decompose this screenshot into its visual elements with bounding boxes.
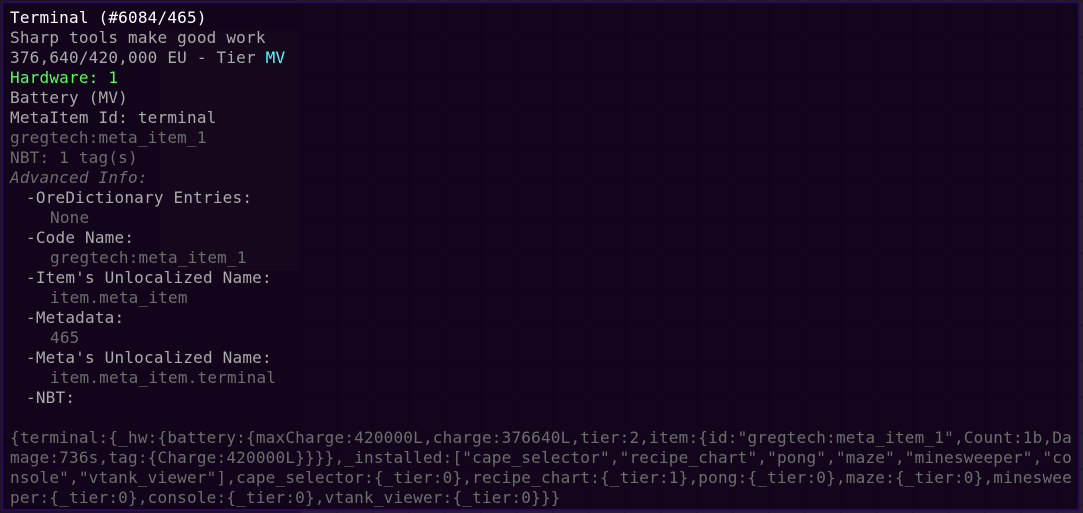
item-tooltip: Terminal (#6084/465) Sharp tools make go… xyxy=(1,1,1080,511)
item-description: Sharp tools make good work xyxy=(10,28,266,47)
meta-unlocalized-label: -Meta's Unlocalized Name: xyxy=(26,348,272,367)
metadata-label: -Metadata: xyxy=(26,308,125,327)
registry-name: gregtech:meta_item_1 xyxy=(10,128,207,147)
ore-dict-value: None xyxy=(50,208,90,227)
energy-tier: MV xyxy=(265,48,286,67)
battery-line: Battery (MV) xyxy=(10,88,128,107)
nbt-data: {terminal:{_hw:{battery:{maxCharge:42000… xyxy=(10,428,1072,507)
item-title: Terminal (#6084/465) xyxy=(10,8,207,27)
ore-dict-label: -OreDictionary Entries: xyxy=(26,188,253,207)
unlocalized-name-label: -Item's Unlocalized Name: xyxy=(26,268,272,287)
code-name-label: -Code Name: xyxy=(26,228,135,247)
energy-amount: 376,640/420,000 EU - Tier xyxy=(10,48,266,67)
nbt-label: -NBT: xyxy=(26,388,76,407)
meta-item-id: MetaItem Id: terminal xyxy=(10,108,217,127)
unlocalized-name-value: item.meta_item xyxy=(50,288,188,307)
energy-line: 376,640/420,000 EU - Tier MV xyxy=(10,48,1072,68)
hardware-line: Hardware: 1 xyxy=(10,68,119,87)
nbt-spacer xyxy=(10,408,1072,428)
code-name-value: gregtech:meta_item_1 xyxy=(50,248,247,267)
tooltip-content: Terminal (#6084/465) Sharp tools make go… xyxy=(10,8,1072,508)
advanced-info-header: Advanced Info: xyxy=(10,168,148,187)
metadata-value: 465 xyxy=(50,328,80,347)
nbt-tag-count: NBT: 1 tag(s) xyxy=(10,148,138,167)
meta-unlocalized-value: item.meta_item.terminal xyxy=(50,368,277,387)
